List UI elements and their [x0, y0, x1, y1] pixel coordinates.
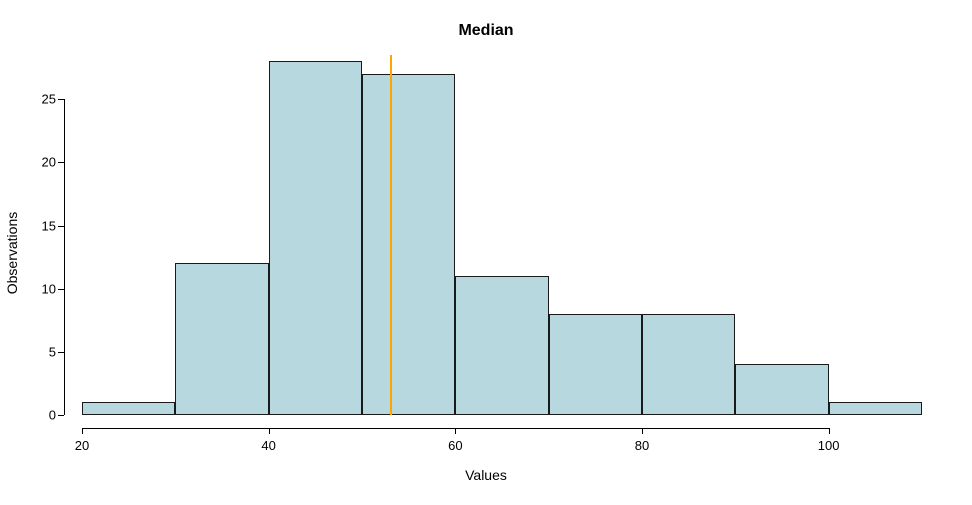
y-tick-label: 15: [16, 218, 56, 233]
x-tick-mark: [82, 428, 83, 434]
x-tick-mark: [455, 428, 456, 434]
plot-area: [82, 55, 922, 415]
y-tick-mark: [58, 162, 64, 163]
y-tick-label: 10: [16, 281, 56, 296]
x-tick-label: 100: [818, 438, 840, 453]
y-tick-mark: [58, 415, 64, 416]
histogram-bar: [269, 61, 362, 415]
x-axis-label: Values: [0, 467, 972, 483]
y-tick-mark: [58, 289, 64, 290]
y-tick-label: 25: [16, 92, 56, 107]
y-tick-mark: [58, 226, 64, 227]
y-tick-mark: [58, 99, 64, 100]
median-line: [390, 55, 392, 415]
x-tick-mark: [642, 428, 643, 434]
histogram-bar: [735, 364, 828, 415]
histogram-bar: [455, 276, 548, 415]
y-tick-label: 5: [16, 344, 56, 359]
histogram-bar: [362, 74, 455, 415]
histogram-bar: [642, 314, 735, 415]
y-axis-line: [64, 99, 65, 415]
histogram-chart: Median Observations Values 0510152025 20…: [0, 0, 972, 505]
histogram-bar: [82, 402, 175, 415]
x-tick-label: 80: [635, 438, 649, 453]
x-tick-mark: [829, 428, 830, 434]
x-tick-label: 40: [261, 438, 275, 453]
x-tick-mark: [269, 428, 270, 434]
x-tick-label: 60: [448, 438, 462, 453]
histogram-bar: [549, 314, 642, 415]
y-tick-mark: [58, 352, 64, 353]
chart-title: Median: [0, 22, 972, 40]
histogram-bar: [175, 263, 268, 415]
y-tick-label: 20: [16, 155, 56, 170]
x-tick-label: 20: [75, 438, 89, 453]
y-tick-label: 0: [16, 408, 56, 423]
histogram-bar: [829, 402, 922, 415]
histogram-bars: [82, 55, 922, 415]
